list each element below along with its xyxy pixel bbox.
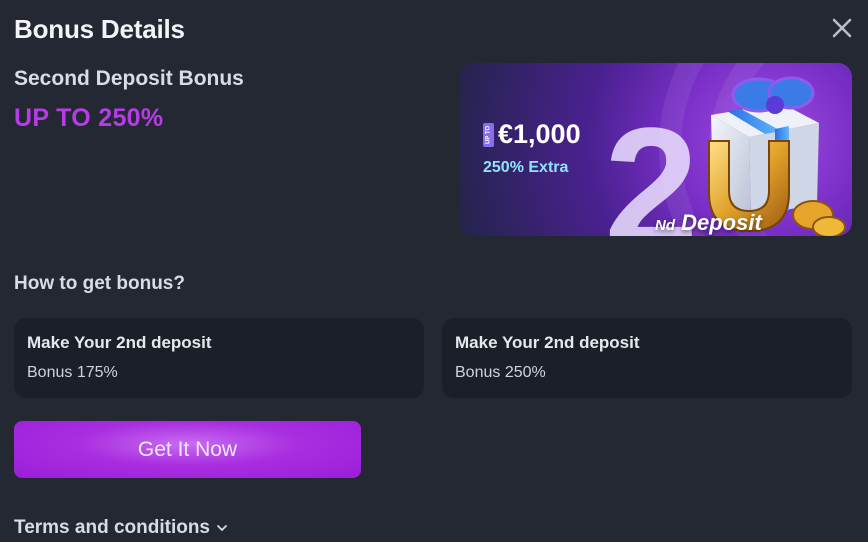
step-title: Make Your 2nd deposit <box>455 333 640 352</box>
banner-nd: Nd <box>655 217 675 234</box>
banner-deposit-label: Nd Deposit <box>655 210 762 236</box>
bonus-name: Second Deposit Bonus <box>14 67 244 90</box>
banner-up-to-tag: UP TO <box>483 123 494 147</box>
bonus-amount: UP TO 250% <box>14 104 164 132</box>
coins-icon <box>792 200 846 236</box>
terms-label: Terms and conditions <box>14 517 211 538</box>
chevron-down-icon <box>217 525 227 532</box>
step-subtitle: Bonus 250% <box>455 364 546 381</box>
step-title: Make Your 2nd deposit <box>27 333 212 352</box>
bonus-details-modal: Bonus Details Second Deposit Bonus UP TO… <box>0 0 868 542</box>
modal-title: Bonus Details <box>14 14 185 44</box>
banner-max-amount: €1,000 <box>498 119 581 149</box>
how-to-title: How to get bonus? <box>14 273 185 294</box>
close-icon <box>832 18 852 38</box>
step-subtitle: Bonus 175% <box>27 364 118 381</box>
step-card: Make Your 2nd deposit Bonus 250% <box>442 318 852 398</box>
close-button[interactable] <box>828 14 856 42</box>
terms-toggle[interactable]: Terms and conditions <box>14 517 228 539</box>
get-it-now-button[interactable]: Get It Now <box>14 421 361 478</box>
bonus-banner: 2 UP TO €1,000 250% Extra Nd Deposit <box>459 63 852 236</box>
banner-extra: 250% Extra <box>483 159 569 176</box>
banner-deposit: Deposit <box>681 210 762 235</box>
step-card: Make Your 2nd deposit Bonus 175% <box>14 318 424 398</box>
